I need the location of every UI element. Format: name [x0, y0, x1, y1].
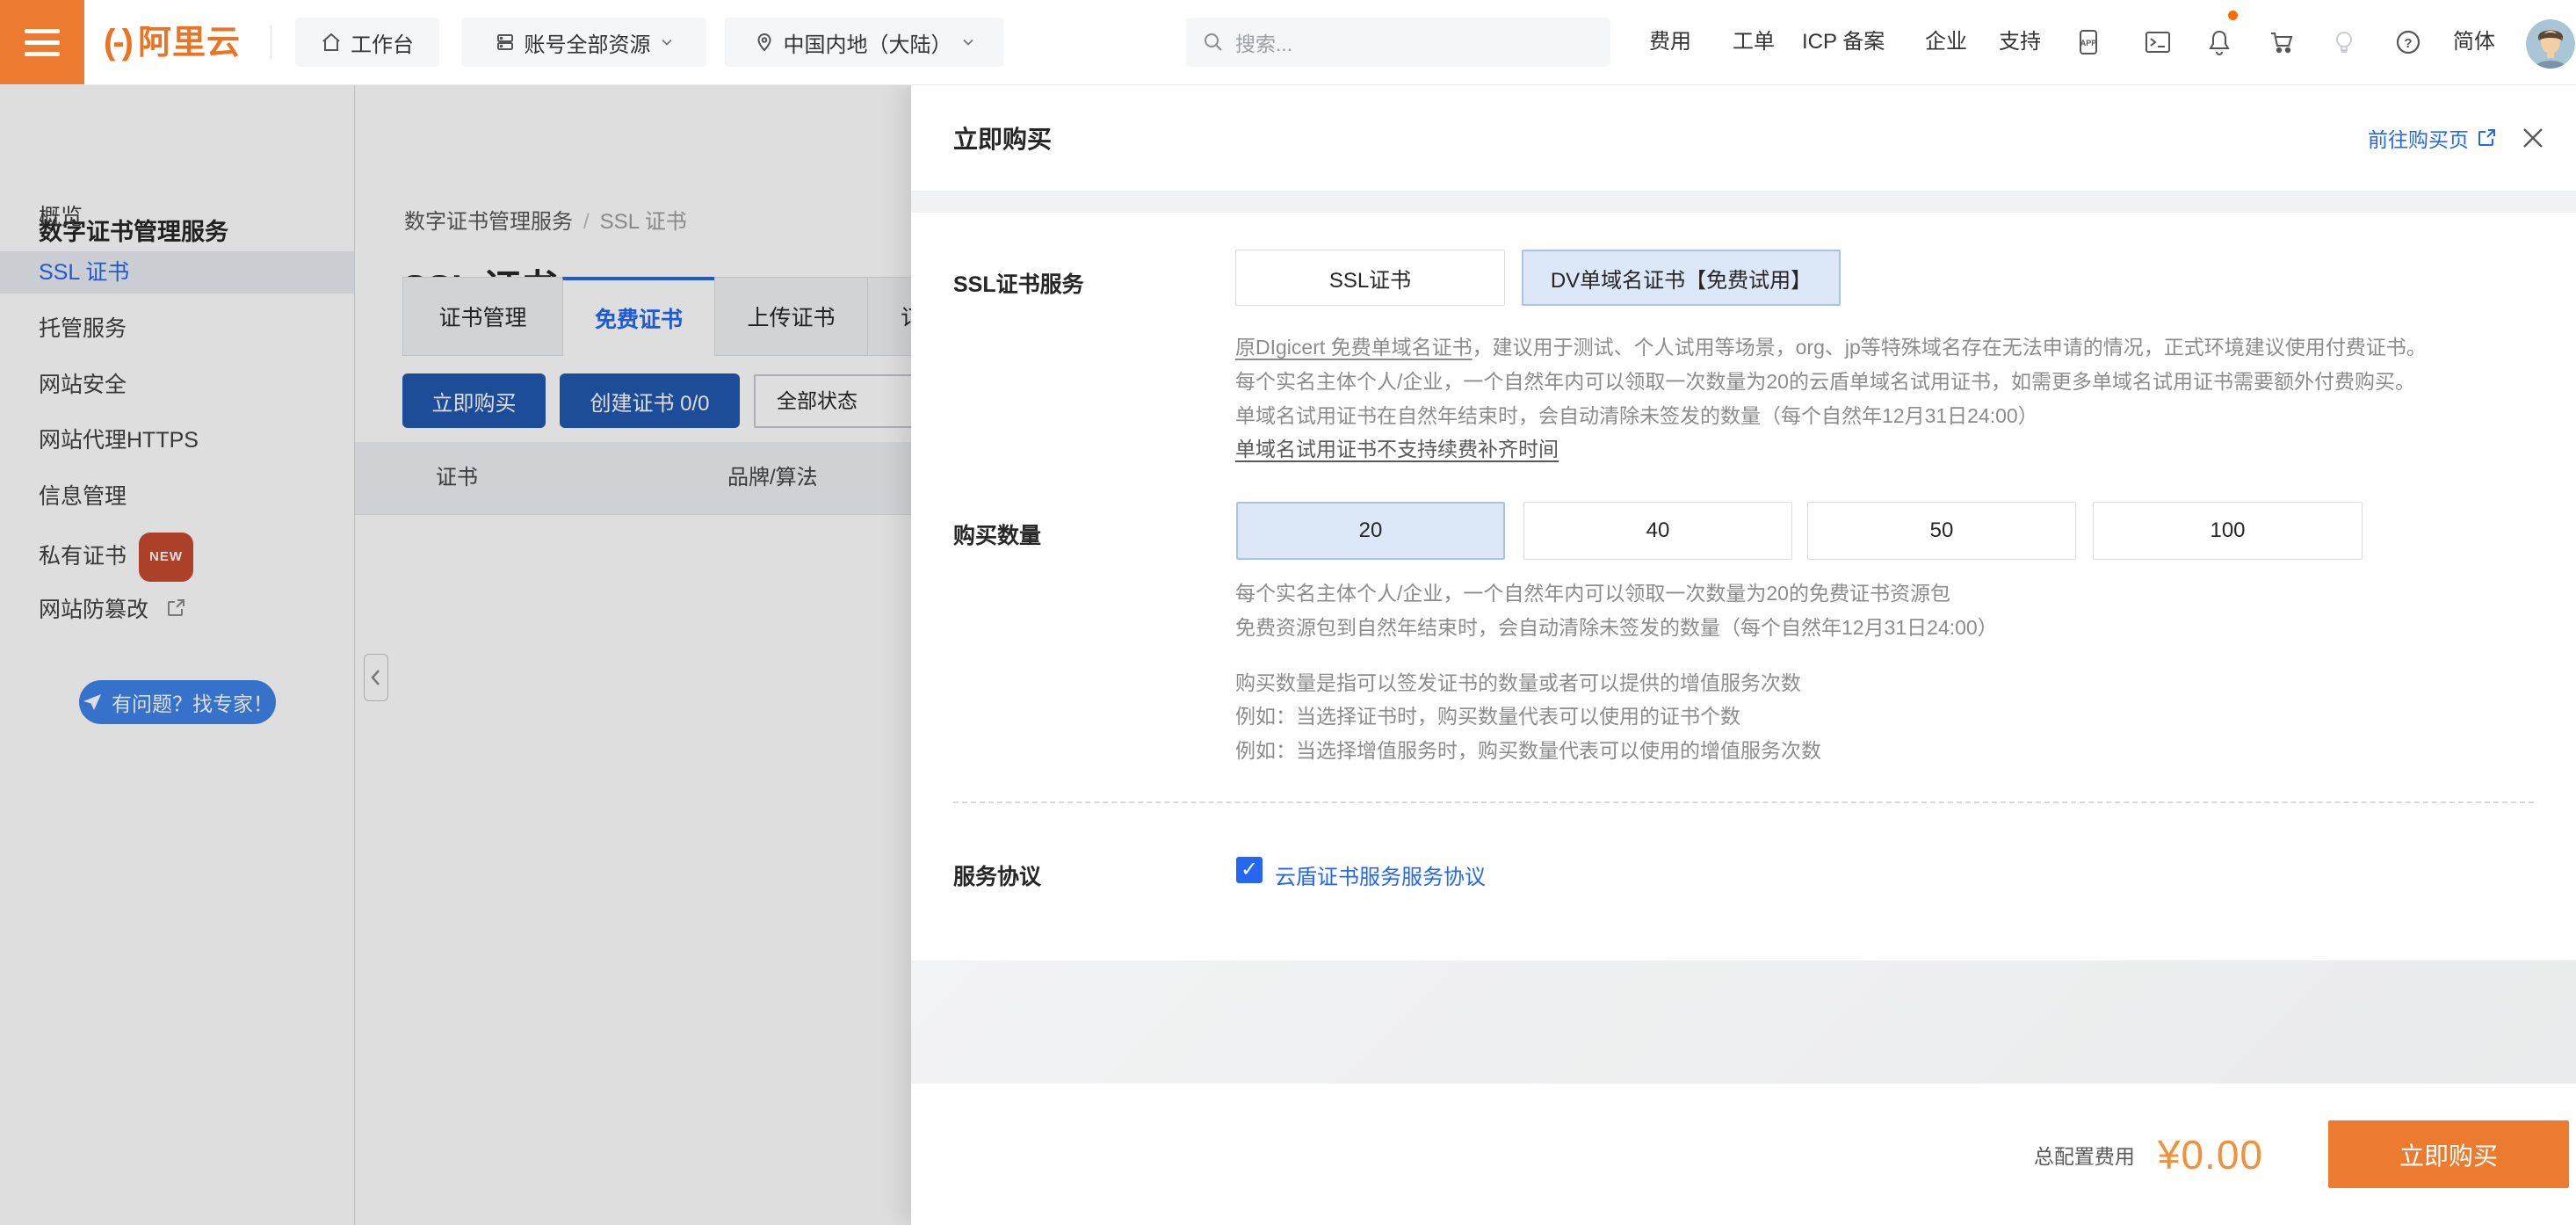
- quantity-note3: 购买数量是指可以签发证书的数量或者可以提供的增值服务次数: [1235, 666, 1801, 696]
- quantity-option-100[interactable]: 100: [2093, 502, 2363, 560]
- language-switcher[interactable]: 简体: [2453, 0, 2495, 84]
- quantity-option-40[interactable]: 40: [1523, 502, 1792, 560]
- cart-icon[interactable]: [2268, 28, 2296, 56]
- topbar-link-enterprise[interactable]: 企业: [1925, 0, 1967, 84]
- avatar-image: [2526, 19, 2575, 69]
- quantity-note4: 例如：当选择证书时，购买数量代表可以使用的证书个数: [1235, 699, 1740, 729]
- buy-now-drawer: 立即购买 前往购买页 SSL证书服务 SSL证书 DV单域名证书【免费试用】 原…: [911, 84, 2576, 1225]
- modal-dim-overlay[interactable]: [0, 84, 911, 1225]
- topbar-link-support[interactable]: 支持: [1999, 0, 2041, 84]
- service-desc-line1: 原DIgicert 免费单域名证书，建议用于测试、个人试用等场景，org、jp等…: [1235, 330, 2427, 360]
- topbar-link-tickets[interactable]: 工单: [1733, 0, 1775, 84]
- svg-text:?: ?: [2404, 36, 2412, 51]
- workbench-button[interactable]: 工作台: [295, 18, 439, 67]
- screen: 数字证书管理服务 概览 SSL 证书 托管服务 网站安全 网站代理HTTPS 信…: [0, 0, 2576, 1225]
- aliyun-logo-text: 阿里云: [138, 25, 241, 62]
- topbar-link-billing[interactable]: 费用: [1649, 0, 1691, 84]
- quantity-option-20[interactable]: 20: [1236, 502, 1505, 560]
- service-desc-line1-rest: ，建议用于测试、个人试用等场景，org、jp等特殊域名存在无法申请的情况，正式环…: [1473, 336, 2427, 359]
- goto-purchase-page-link[interactable]: 前往购买页: [2368, 123, 2497, 153]
- region-label: 中国内地（大陆）: [784, 27, 952, 58]
- drawer-buy-now-button[interactable]: 立即购买: [2328, 1120, 2569, 1188]
- region-selector[interactable]: 中国内地（大陆）: [725, 18, 1003, 67]
- quantity-note2: 免费资源包到自然年结束时，会自动清除未签发的数量（每个自然年12月31日24:0…: [1235, 611, 1998, 641]
- app-icon[interactable]: APP: [2074, 28, 2102, 56]
- external-link-icon: [2476, 127, 2497, 149]
- chevron-down-icon: [961, 35, 975, 49]
- total-fee-label: 总配置费用: [2034, 1140, 2135, 1170]
- notification-bell-icon[interactable]: [2205, 28, 2233, 56]
- agreement-link[interactable]: 云盾证书服务服务协议: [1275, 859, 1486, 890]
- drawer-scroll-strip: [911, 192, 2576, 213]
- search-input[interactable]: 搜索...: [1186, 18, 1610, 67]
- account-resources-button[interactable]: 账号全部资源: [461, 18, 706, 67]
- option-dv-free-trial[interactable]: DV单域名证书【免费试用】: [1522, 250, 1841, 306]
- goto-purchase-page-label: 前往购买页: [2368, 123, 2469, 153]
- search-icon: [1202, 31, 1225, 54]
- drawer-title: 立即购买: [953, 120, 1052, 156]
- service-desc-line2: 每个实名主体个人/企业，一个自然年内可以领取一次数量为20的云盾单域名试用证书，…: [1235, 365, 2415, 395]
- aliyun-logo-mark: (-): [104, 23, 131, 62]
- help-icon[interactable]: ?: [2394, 28, 2422, 56]
- service-desc-line1-underline: 原DIgicert 免费单域名证书: [1235, 336, 1473, 359]
- notification-dot: [2228, 11, 2238, 20]
- quantity-note5: 例如：当选择增值服务时，购买数量代表可以使用的增值服务次数: [1235, 734, 1821, 764]
- close-icon[interactable]: [2520, 125, 2546, 151]
- quantity-row-label: 购买数量: [953, 518, 1041, 550]
- drawer-footer: 总配置费用 ¥0.00 立即购买: [911, 1084, 2576, 1225]
- topbar-link-icp[interactable]: ICP 备案: [1802, 0, 1885, 84]
- search-placeholder: 搜索...: [1235, 27, 1292, 57]
- quantity-note1: 每个实名主体个人/企业，一个自然年内可以领取一次数量为20的免费证书资源包: [1235, 576, 1950, 606]
- agreement-row-label: 服务协议: [953, 859, 1041, 891]
- location-pin-icon: [754, 32, 775, 53]
- hamburger-menu-icon[interactable]: [0, 0, 84, 84]
- total-fee-value: ¥0.00: [2158, 1131, 2263, 1178]
- service-desc-line4: 单域名试用证书不支持续费补齐时间: [1235, 432, 1559, 462]
- account-resources-label: 账号全部资源: [525, 27, 651, 58]
- workbench-label: 工作台: [351, 27, 414, 58]
- drawer-gray-section: [911, 960, 2576, 1084]
- service-row-label: SSL证书服务: [953, 267, 1084, 299]
- quantity-option-50[interactable]: 50: [1807, 502, 2076, 560]
- service-desc-line3: 单域名试用证书在自然年结束时，会自动清除未签发的数量（每个自然年12月31日24…: [1235, 399, 2038, 429]
- user-avatar[interactable]: [2526, 19, 2575, 69]
- terminal-icon[interactable]: [2144, 28, 2172, 56]
- option-ssl-cert[interactable]: SSL证书: [1235, 250, 1505, 306]
- resources-icon: [495, 32, 516, 53]
- lightbulb-icon[interactable]: [2330, 28, 2358, 56]
- top-bar: (-) 阿里云 工作台 账号全部资源 中国内地（大陆） 搜索... 费用 工单 I…: [0, 0, 2576, 85]
- drawer-header: 立即购买 前往购买页: [911, 84, 2576, 192]
- aliyun-logo[interactable]: (-) 阿里云: [104, 0, 241, 84]
- chevron-down-icon: [660, 35, 674, 49]
- agreement-checkbox[interactable]: ✓: [1236, 857, 1263, 883]
- home-icon: [321, 32, 342, 53]
- dashed-divider: [953, 801, 2534, 803]
- svg-text:APP: APP: [2080, 39, 2097, 47]
